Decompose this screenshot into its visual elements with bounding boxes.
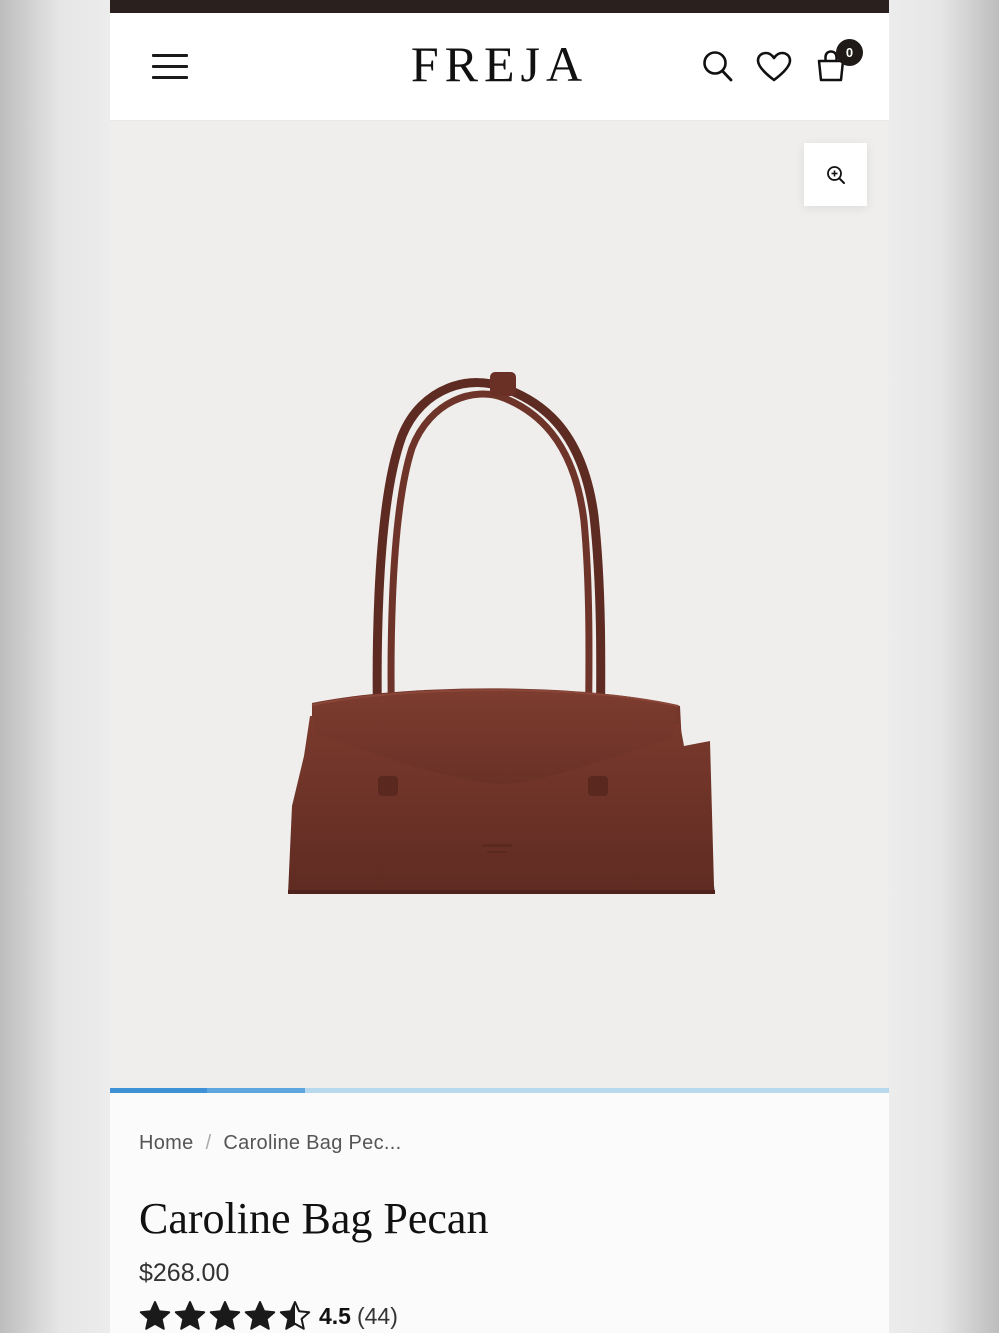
- product-page: FREJA 0 Home / Caroline Bag Pec... Carol…: [110, 13, 889, 1333]
- breadcrumb-separator: /: [205, 1132, 212, 1154]
- product-info: Home / Caroline Bag Pec... Caroline Bag Pe…: [110, 1093, 889, 1333]
- heart-icon[interactable]: [756, 51, 792, 88]
- star-half-icon: [279, 1301, 311, 1330]
- zoom-in-icon: [827, 166, 845, 184]
- breadcrumb-home-link[interactable]: Home: [139, 1132, 194, 1154]
- product-rating[interactable]: 4.5 (44): [139, 1299, 398, 1333]
- top-bar: [110, 0, 889, 13]
- star-full-icon: [244, 1301, 276, 1330]
- star-full-icon: [209, 1301, 241, 1330]
- rating-value: 4.5: [319, 1302, 351, 1329]
- product-image-gallery[interactable]: [110, 121, 889, 1088]
- product-image: [288, 372, 715, 894]
- search-icon[interactable]: [702, 49, 734, 88]
- breadcrumb-current: Caroline Bag Pec...: [223, 1132, 402, 1154]
- star-full-icon: [139, 1301, 171, 1330]
- site-header: FREJA 0: [110, 13, 889, 121]
- cart-count-badge: 0: [836, 39, 863, 66]
- zoom-button[interactable]: [804, 143, 867, 206]
- breadcrumb: Home / Caroline Bag Pec...: [139, 1132, 401, 1155]
- star-full-icon: [174, 1301, 206, 1330]
- product-title: Caroline Bag Pecan: [139, 1194, 489, 1243]
- rating-stars[interactable]: [139, 1300, 311, 1332]
- product-price: $268.00: [139, 1259, 230, 1287]
- review-count[interactable]: (44): [357, 1303, 398, 1330]
